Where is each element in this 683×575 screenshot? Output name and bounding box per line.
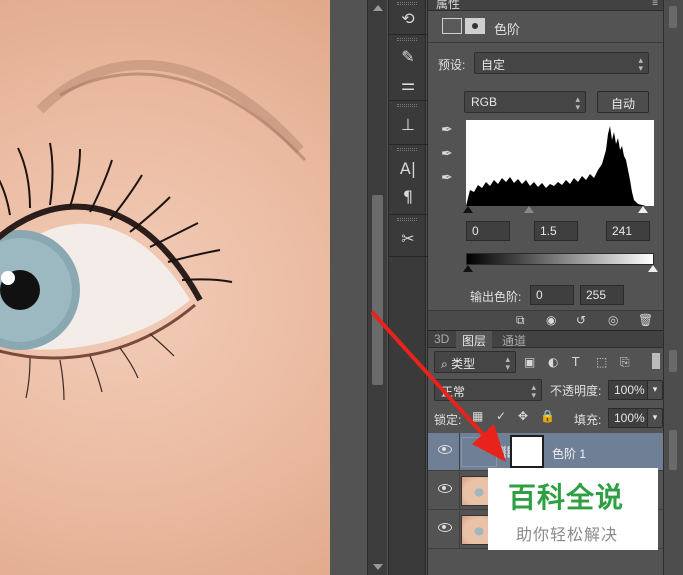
eye-icon[interactable] xyxy=(438,484,452,493)
filter-toggle[interactable] xyxy=(652,353,660,369)
watermark-title: 百科全说 xyxy=(508,481,625,514)
input-black-slider[interactable] xyxy=(463,206,473,213)
filter-kind-value: 类型 xyxy=(451,357,476,371)
reset-icon[interactable]: ↺ xyxy=(576,313,586,327)
dock-grip[interactable] xyxy=(397,38,417,41)
lock-all-icon[interactable]: 🔒 xyxy=(540,409,555,423)
brush-icon[interactable]: ✎ xyxy=(395,44,421,68)
lock-position-icon[interactable]: ✥ xyxy=(518,409,528,423)
levels-adjustment-icon[interactable] xyxy=(442,18,462,34)
tab-layers[interactable]: 图层 xyxy=(456,331,493,348)
auto-button[interactable]: 自动 xyxy=(597,91,649,113)
dropdown-arrows-icon: ▴ ▾ xyxy=(638,55,643,73)
photoshop-workspace: ⟲ ✎ ⚌ ⊥ A| ¶ ✂ 属性 ≡ 色阶 预设: 自定 ▴ ▾ RGB ▴ … xyxy=(0,0,683,575)
canvas-vertical-scrollbar[interactable] xyxy=(367,0,387,575)
view-previous-icon[interactable]: ◉ xyxy=(546,313,556,327)
dock-grip[interactable] xyxy=(397,218,417,221)
fill-label: 填充: xyxy=(574,413,602,427)
scroll-down-arrow-icon[interactable] xyxy=(373,564,383,570)
dock-grip[interactable] xyxy=(397,148,417,151)
document-canvas[interactable] xyxy=(0,0,330,575)
layer-filter-dropdown[interactable]: ⌕ 类型 ▴ ▾ xyxy=(434,351,516,373)
layers-tab-bar: 3D 图层 通道 xyxy=(428,331,664,348)
panel-dock-strip: ⟲ ✎ ⚌ ⊥ A| ¶ ✂ xyxy=(388,0,427,575)
visibility-icon[interactable]: ◎ xyxy=(608,313,618,327)
adjustments-icon[interactable]: ⚌ xyxy=(395,72,421,96)
properties-panel: 属性 ≡ 色阶 预设: 自定 ▴ ▾ RGB ▴ ▾ 自动 ✒ ✒ ✒ 0 1.5 … xyxy=(427,0,664,330)
preset-dropdown[interactable]: 自定 ▴ ▾ xyxy=(474,52,649,74)
filter-adjustment-icon[interactable]: ◐ xyxy=(548,355,558,369)
preset-value: 自定 xyxy=(481,58,506,72)
clip-to-layer-icon[interactable]: ⧉ xyxy=(516,313,525,328)
opacity-field[interactable]: 100% xyxy=(608,380,648,400)
opacity-label: 不透明度: xyxy=(550,384,602,398)
opacity-dropdown-arrow-icon[interactable]: ▾ xyxy=(647,380,663,400)
input-white-slider[interactable] xyxy=(638,206,648,213)
watermark-card: 百科全说 助你轻松解决 xyxy=(488,468,658,550)
output-black-field[interactable]: 0 xyxy=(530,285,574,305)
dropdown-arrows-icon: ▴ ▾ xyxy=(575,94,580,112)
history-icon[interactable]: ⟲ xyxy=(395,6,421,30)
lock-transparent-icon[interactable]: ▦ xyxy=(472,409,483,423)
filter-type-icon[interactable]: T xyxy=(572,355,579,369)
properties-tab-bar: 属性 ≡ xyxy=(428,0,664,11)
input-gamma-field[interactable]: 1.5 xyxy=(534,221,578,241)
fill-dropdown-arrow-icon[interactable]: ▾ xyxy=(647,408,663,428)
layer-mask-thumbnail[interactable] xyxy=(510,435,544,468)
properties-tab[interactable]: 属性 xyxy=(436,0,460,12)
adjustment-title: 色阶 xyxy=(494,22,521,37)
properties-footer: ⧉ ◉ ↺ ◎ 🗑 xyxy=(428,310,664,330)
black-point-eyedropper-icon[interactable]: ✒ xyxy=(441,122,453,138)
dock-grip[interactable] xyxy=(397,2,417,5)
gray-point-eyedropper-icon[interactable]: ✒ xyxy=(441,146,453,162)
levels-layer-thumbnail xyxy=(461,437,497,467)
panel-menu-icon[interactable]: ≡ xyxy=(652,0,658,9)
delete-icon[interactable]: 🗑 xyxy=(638,313,653,327)
tab-channels[interactable]: 通道 xyxy=(496,331,532,348)
scroll-up-arrow-icon[interactable] xyxy=(373,5,383,11)
lock-label: 锁定: xyxy=(434,413,462,427)
preset-label: 预设: xyxy=(438,58,466,72)
white-point-eyedropper-icon[interactable]: ✒ xyxy=(441,170,453,186)
output-white-field[interactable]: 255 xyxy=(580,285,624,305)
tool-presets-icon[interactable]: ✂ xyxy=(395,226,421,250)
channel-dropdown[interactable]: RGB ▴ ▾ xyxy=(464,91,586,113)
output-levels-label: 输出色阶: xyxy=(470,290,522,304)
eye-photo xyxy=(0,59,307,401)
dropdown-arrows-icon: ▴ ▾ xyxy=(505,354,510,372)
watermark-subtitle: 助你轻松解决 xyxy=(516,525,619,544)
eye-icon[interactable] xyxy=(438,523,452,532)
paragraph-icon[interactable]: ¶ xyxy=(395,184,421,208)
input-white-field[interactable]: 241 xyxy=(606,221,650,241)
panel-scrollbar[interactable] xyxy=(663,0,683,575)
blend-mode-dropdown[interactable]: 正常 ▴ ▾ xyxy=(434,379,542,401)
blend-mode-value: 正常 xyxy=(441,385,466,399)
clone-source-icon[interactable]: ⊥ xyxy=(395,112,421,136)
tab-3d[interactable]: 3D xyxy=(428,331,455,348)
layer-row-levels[interactable]: ⛓ 色阶 1 xyxy=(428,433,664,471)
layer-name[interactable]: 色阶 1 xyxy=(552,445,586,462)
layer-mask-icon[interactable] xyxy=(465,18,485,34)
lock-image-icon[interactable]: ✓ xyxy=(496,409,506,423)
filter-shape-icon[interactable]: ⬚ xyxy=(596,355,607,369)
scrollbar-thumb[interactable] xyxy=(372,195,383,385)
filter-smart-object-icon[interactable]: ⎘ xyxy=(620,355,630,370)
output-black-slider[interactable] xyxy=(463,265,473,272)
output-levels-gradient xyxy=(466,253,654,265)
histogram-graph xyxy=(466,126,646,206)
search-icon: ⌕ xyxy=(441,357,452,371)
dock-grip[interactable] xyxy=(397,104,417,107)
fill-field[interactable]: 100% xyxy=(608,408,648,428)
workspace-gap xyxy=(330,0,367,575)
output-white-slider[interactable] xyxy=(648,265,658,272)
dropdown-arrows-icon: ▴ ▾ xyxy=(531,382,536,400)
input-gamma-slider[interactable] xyxy=(524,206,534,213)
filter-pixel-icon[interactable]: ▣ xyxy=(524,355,535,369)
character-icon[interactable]: A| xyxy=(395,156,421,180)
histogram xyxy=(466,120,654,206)
input-black-field[interactable]: 0 xyxy=(466,221,510,241)
channel-value: RGB xyxy=(471,95,498,109)
eye-icon[interactable] xyxy=(438,445,452,454)
